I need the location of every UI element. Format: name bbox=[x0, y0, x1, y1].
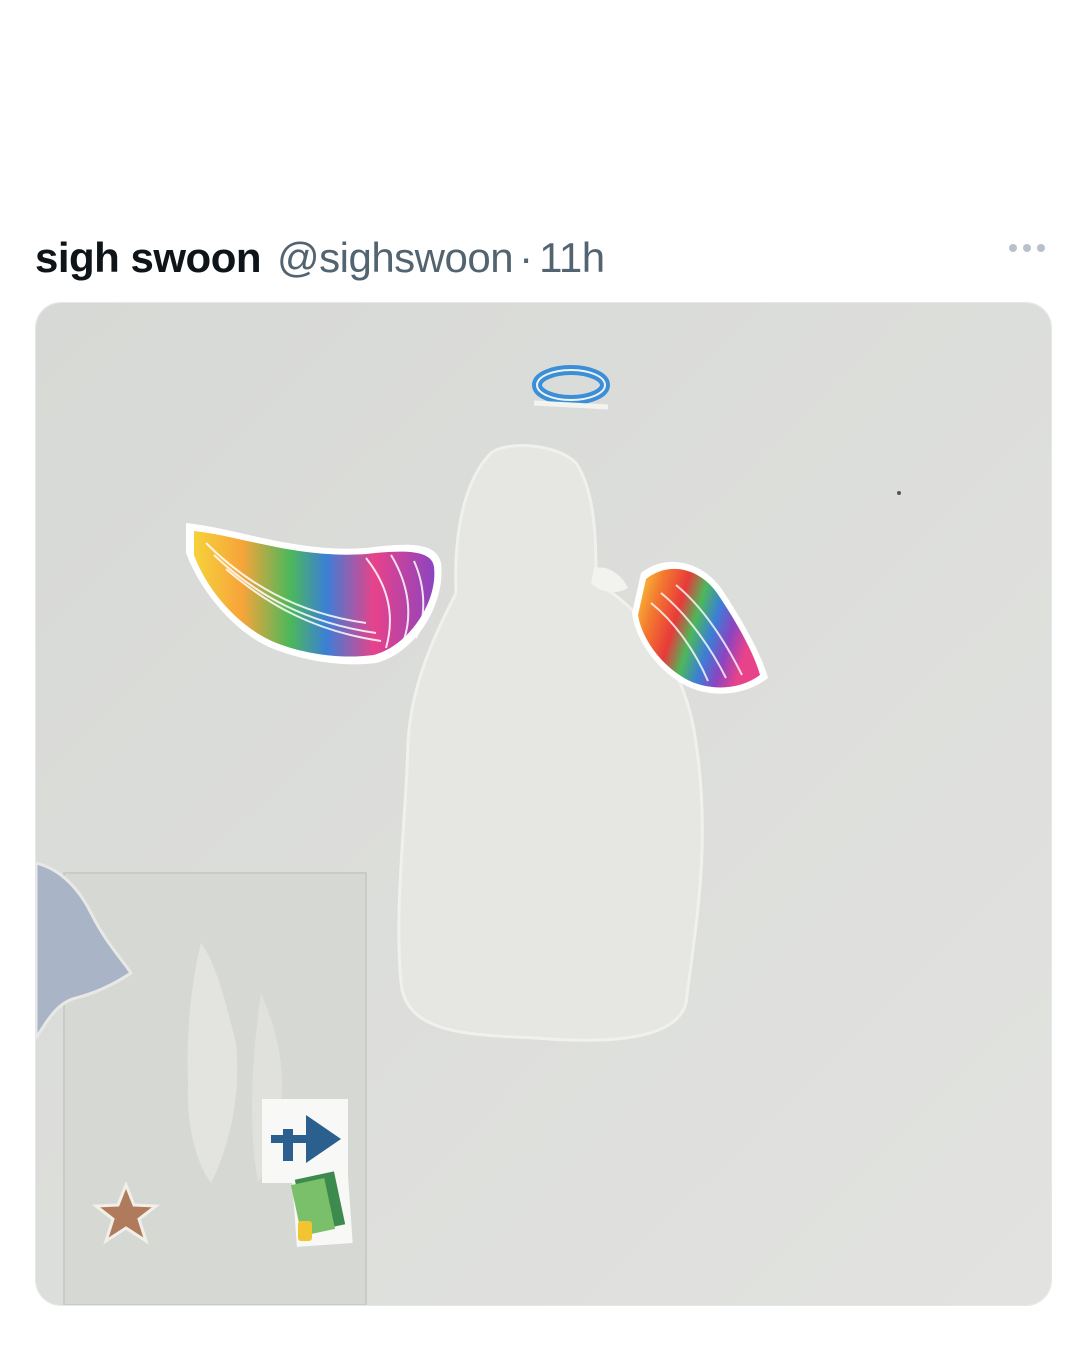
separator: · bbox=[519, 234, 534, 281]
timestamp[interactable]: 11h bbox=[539, 234, 605, 282]
user-handle[interactable]: @sighswoon bbox=[277, 234, 514, 282]
money-sticker bbox=[290, 1163, 353, 1247]
tweet-photo[interactable] bbox=[35, 302, 1052, 1306]
display-name[interactable]: sigh swoon bbox=[35, 234, 262, 282]
more-horizontal-icon-dot bbox=[1037, 244, 1045, 252]
more-options-button[interactable] bbox=[1009, 244, 1045, 252]
more-horizontal-icon bbox=[1009, 244, 1017, 252]
more-horizontal-icon-dot bbox=[1023, 244, 1031, 252]
wall-dot bbox=[897, 491, 901, 495]
tweet-header: sigh swoon @sighswoon · 11h bbox=[35, 228, 1045, 288]
photo-wall-stickers bbox=[36, 303, 1051, 1305]
